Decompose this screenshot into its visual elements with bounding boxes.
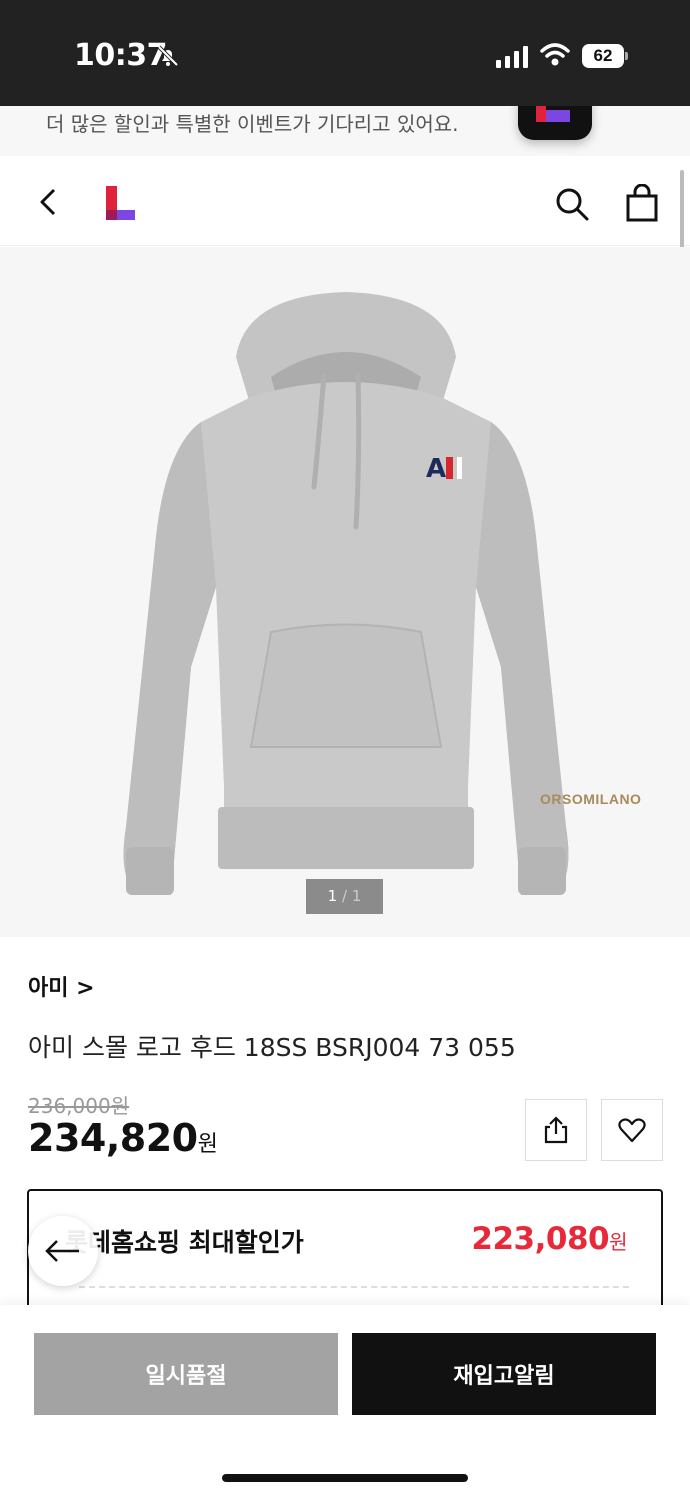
promo-text: 더 많은 할인과 특별한 이벤트가 기다리고 있어요. [46, 112, 459, 136]
bell-off-icon [157, 45, 179, 67]
max-discount-value: 223,080 [471, 1221, 610, 1257]
max-discount-price: 223,080원 [471, 1221, 627, 1257]
sale-price-value: 234,820 [28, 1116, 198, 1160]
wishlist-button[interactable] [601, 1099, 663, 1161]
original-price: 236,000원 [28, 1094, 130, 1118]
image-counter: 1 / 1 [306, 879, 383, 914]
lotte-on-logo[interactable] [106, 186, 136, 220]
share-icon [544, 1116, 568, 1144]
battery-level: 62 [582, 44, 624, 68]
share-button[interactable] [525, 1099, 587, 1161]
total-images: 1 [351, 887, 362, 905]
search-icon[interactable] [554, 186, 590, 222]
arrow-left-icon [45, 1240, 79, 1262]
product-gallery[interactable]: A ORSOMILANO 1 / 1 [0, 247, 690, 937]
home-indicator[interactable] [222, 1474, 468, 1482]
sale-price-unit: 원 [197, 1132, 218, 1157]
product-name: 아미 스몰 로고 후드 18SS BSRJ004 73 055 [28, 1033, 516, 1062]
battery-icon: 62 [582, 44, 628, 70]
status-bar: 10:37 62 [0, 0, 690, 106]
restock-alert-button[interactable]: 재입고알림 [352, 1333, 656, 1415]
sale-price: 234,820원 [28, 1116, 218, 1160]
max-discount-label: 롯데홈쇼핑 최대할인가 [65, 1228, 304, 1257]
bottom-action-bar: 일시품절 재입고알림 [0, 1305, 690, 1500]
brand-link[interactable]: 아미 > [28, 970, 95, 1002]
soldout-button[interactable]: 일시품절 [34, 1333, 338, 1415]
header [0, 156, 690, 246]
floating-back-button[interactable] [28, 1216, 98, 1286]
dashed-divider [79, 1286, 629, 1288]
current-image-index: 1 [327, 887, 338, 905]
hoodie-image: A [123, 292, 569, 895]
max-discount-unit: 원 [609, 1230, 627, 1254]
counter-separator: / [341, 887, 348, 905]
svg-text:A: A [426, 454, 446, 484]
watermark-text: ORSOMILANO [540, 791, 642, 807]
promo-banner[interactable]: 더 많은 할인과 특별한 이벤트가 기다리고 있어요. [0, 106, 690, 156]
app-icon [518, 106, 592, 140]
heart-icon [618, 1118, 646, 1143]
back-icon[interactable] [30, 184, 66, 220]
status-time: 10:37 [74, 38, 168, 73]
shopping-bag-icon[interactable] [624, 184, 660, 222]
cellular-signal-icon [496, 46, 528, 68]
wifi-icon [540, 43, 570, 66]
